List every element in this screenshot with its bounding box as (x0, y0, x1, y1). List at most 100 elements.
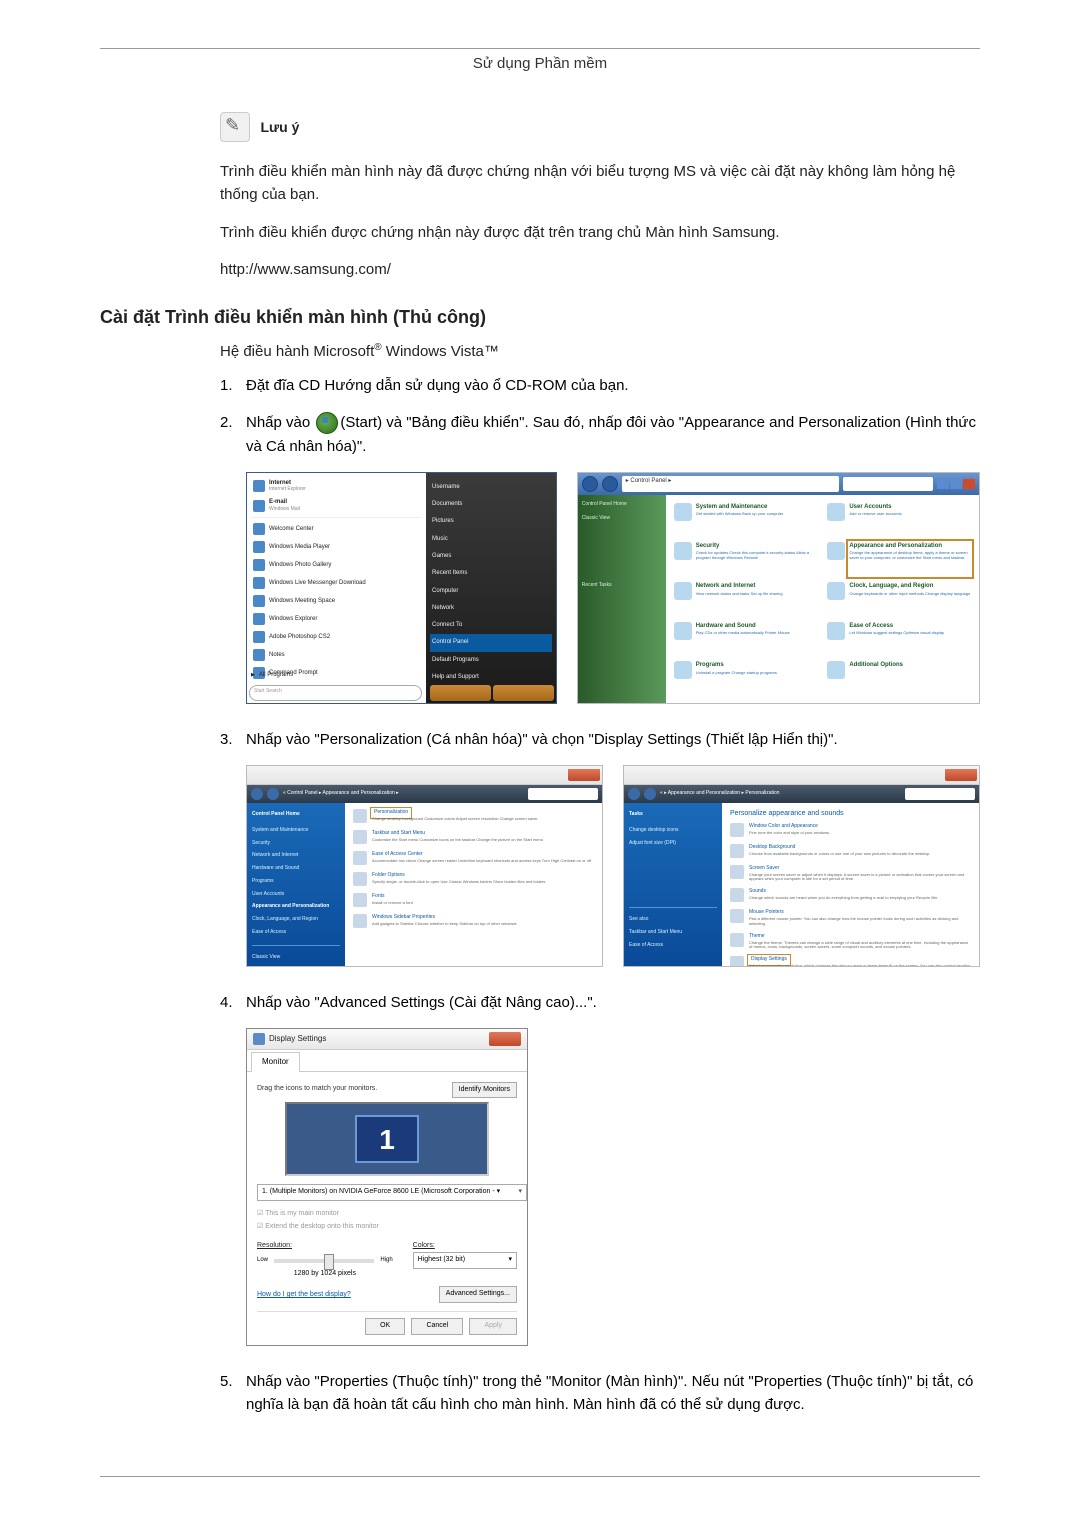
res-low: Low (257, 1256, 268, 1265)
step-5-text: Nhấp vào "Properties (Thuộc tính)" trong… (246, 1370, 980, 1417)
resolution-value: 1280 by 1024 pixels (257, 1269, 393, 1280)
additional-icon (827, 661, 845, 679)
search-box[interactable] (528, 788, 598, 800)
step-3: 3. Nhấp vào "Personalization (Cá nhân hó… (220, 728, 980, 751)
forward-button[interactable] (644, 788, 656, 800)
start-orb-icon (316, 412, 338, 434)
display-settings-item[interactable]: Display SettingsAdjust your monitor reso… (730, 956, 971, 967)
step-2-after: (Start) và "Bảng điều khiển". Sau đó, nh… (246, 414, 976, 454)
folder-icon (353, 872, 367, 886)
step-5: 5. Nhấp vào "Properties (Thuộc tính)" tr… (220, 1370, 980, 1417)
screenshot-start-menu: InternetInternet Explorer E-mailWindows … (246, 472, 557, 704)
monitor-1[interactable]: 1 (355, 1115, 419, 1163)
appearance-category[interactable]: Appearance and PersonalizationChange the… (827, 542, 971, 576)
screenshot-display-settings: Display Settings Monitor Drag the icons … (246, 1028, 528, 1345)
hardware-icon (674, 622, 692, 640)
os-line: Hệ điều hành Microsoft® Windows Vista™ (220, 342, 980, 360)
close-button[interactable] (963, 479, 975, 489)
gallery-icon (253, 559, 265, 571)
advanced-settings-button[interactable]: Advanced Settings... (439, 1286, 517, 1303)
personalization-item[interactable]: PersonalizationChange desktop background… (353, 809, 594, 823)
address-bar[interactable]: ▸ Control Panel ▸ (622, 476, 839, 492)
search-box[interactable] (905, 788, 975, 800)
user-icon (827, 503, 845, 521)
step-1-text: Đặt đĩa CD Hướng dẫn sử dụng vào ổ CD-RO… (246, 374, 980, 397)
step-4-text: Nhấp vào "Advanced Settings (Cài đặt Nân… (246, 991, 980, 1014)
ok-button[interactable]: OK (365, 1318, 405, 1335)
step-5-num: 5. (220, 1370, 246, 1417)
display-settings-icon (253, 1033, 265, 1045)
forward-button[interactable] (267, 788, 279, 800)
minimize-button[interactable] (937, 479, 949, 489)
close-button[interactable] (489, 1032, 521, 1046)
main-monitor-check[interactable]: This is my main monitor (257, 1209, 517, 1220)
section-heading: Cài đặt Trình điều khiển màn hình (Thủ c… (100, 307, 980, 328)
search-box[interactable] (843, 477, 933, 491)
step-3-text: Nhấp vào "Personalization (Cá nhân hóa)"… (246, 728, 980, 751)
start-search[interactable]: Start Search (249, 685, 422, 701)
step-1-num: 1. (220, 374, 246, 397)
ease-icon (827, 622, 845, 640)
step-3-num: 3. (220, 728, 246, 751)
security-icon (674, 542, 692, 560)
cancel-button[interactable]: Cancel (411, 1318, 463, 1335)
mail-icon (253, 500, 265, 512)
back-button[interactable] (628, 788, 640, 800)
pers-icon (353, 809, 367, 823)
msgr-icon (253, 577, 265, 589)
meeting-icon (253, 595, 265, 607)
mouse-icon (730, 909, 744, 923)
colors-dropdown[interactable]: Highest (32 bit) (413, 1252, 517, 1269)
appearance-icon (827, 542, 845, 560)
screensaver-icon (730, 865, 744, 879)
note-url: http://www.samsung.com/ (220, 258, 980, 281)
extend-desktop-check[interactable]: Extend the desktop onto this monitor (257, 1222, 517, 1233)
theme-icon (730, 933, 744, 947)
best-display-link[interactable]: How do I get the best display? (257, 1290, 351, 1301)
note-text-2: Trình điều khiển được chứng nhận này đượ… (220, 221, 980, 244)
monitor-tab[interactable]: Monitor (251, 1052, 300, 1071)
close-button[interactable] (945, 769, 977, 781)
resolution-slider[interactable] (274, 1259, 374, 1263)
step-4: 4. Nhấp vào "Advanced Settings (Cài đặt … (220, 991, 980, 1014)
back-button[interactable] (582, 476, 598, 492)
screenshot-row-2: « Control Panel ▸ Appearance and Persona… (246, 765, 980, 967)
note-text-1: Trình điều khiển màn hình này đã được ch… (220, 160, 980, 207)
all-programs[interactable]: All Programs (251, 671, 293, 680)
apply-button[interactable]: Apply (469, 1318, 517, 1335)
forward-button[interactable] (602, 476, 618, 492)
display-icon (730, 956, 744, 967)
step-2-num: 2. (220, 411, 246, 458)
step-2-text: Nhấp vào (Start) và "Bảng điều khiển". S… (246, 411, 980, 458)
monitor-preview[interactable]: 1 (285, 1102, 489, 1176)
ease-icon (353, 851, 367, 865)
os-suffix: Windows Vista™ (382, 343, 499, 360)
font-icon (353, 893, 367, 907)
identify-monitors-button[interactable]: Identify Monitors (452, 1082, 517, 1099)
monitor-dropdown[interactable]: 1. (Multiple Monitors) on NVIDIA GeForce… (257, 1184, 527, 1201)
system-icon (674, 503, 692, 521)
control-panel-item[interactable]: Control Panel (430, 634, 552, 651)
back-button[interactable] (251, 788, 263, 800)
programs-icon (674, 661, 692, 679)
power-button[interactable] (430, 685, 491, 701)
clock-icon (827, 582, 845, 600)
close-button[interactable] (568, 769, 600, 781)
step-2: 2. Nhấp vào (Start) và "Bảng điều khiển"… (220, 411, 980, 458)
page-header: Sử dụng Phần mềm (100, 55, 980, 72)
maximize-button[interactable] (950, 479, 962, 489)
drag-text: Drag the icons to match your monitors. (257, 1085, 377, 1092)
network-icon (674, 582, 692, 600)
wincolor-icon (730, 823, 744, 837)
note-block: Lưu ý (220, 112, 980, 142)
step-2-before: Nhấp vào (246, 414, 314, 431)
screenshot-row-1: InternetInternet Explorer E-mailWindows … (246, 472, 980, 704)
note-label: Lưu ý (260, 119, 299, 135)
wmp-icon (253, 541, 265, 553)
ps-icon (253, 631, 265, 643)
step-4-num: 4. (220, 991, 246, 1014)
screenshot-appearance: « Control Panel ▸ Appearance and Persona… (246, 765, 603, 967)
lock-button[interactable] (493, 685, 554, 701)
sidebar-icon (353, 914, 367, 928)
bg-icon (730, 844, 744, 858)
